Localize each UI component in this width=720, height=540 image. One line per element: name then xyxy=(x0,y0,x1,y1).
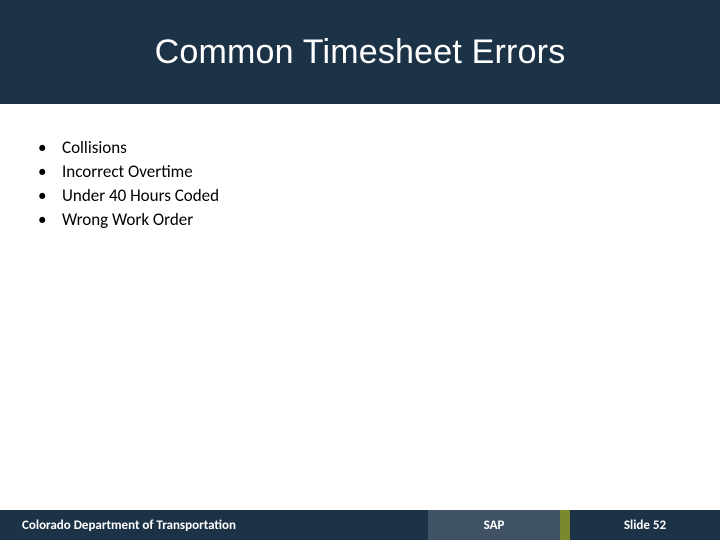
footer-accent xyxy=(560,510,570,540)
list-item: Under 40 Hours Coded xyxy=(34,184,674,208)
footer-org: Colorado Department of Transportation xyxy=(0,510,428,540)
slide-title: Common Timesheet Errors xyxy=(155,33,566,72)
footer: Colorado Department of Transportation SA… xyxy=(0,510,720,540)
bullet-list: Collisions Incorrect Overtime Under 40 H… xyxy=(34,136,674,232)
title-band: Common Timesheet Errors xyxy=(0,0,720,104)
footer-center: SAP xyxy=(428,510,560,540)
list-item: Collisions xyxy=(34,136,674,160)
list-item: Incorrect Overtime xyxy=(34,160,674,184)
body-area: Collisions Incorrect Overtime Under 40 H… xyxy=(34,136,674,232)
footer-slide: Slide 52 xyxy=(570,510,720,540)
slide: Common Timesheet Errors Collisions Incor… xyxy=(0,0,720,540)
list-item: Wrong Work Order xyxy=(34,208,674,232)
